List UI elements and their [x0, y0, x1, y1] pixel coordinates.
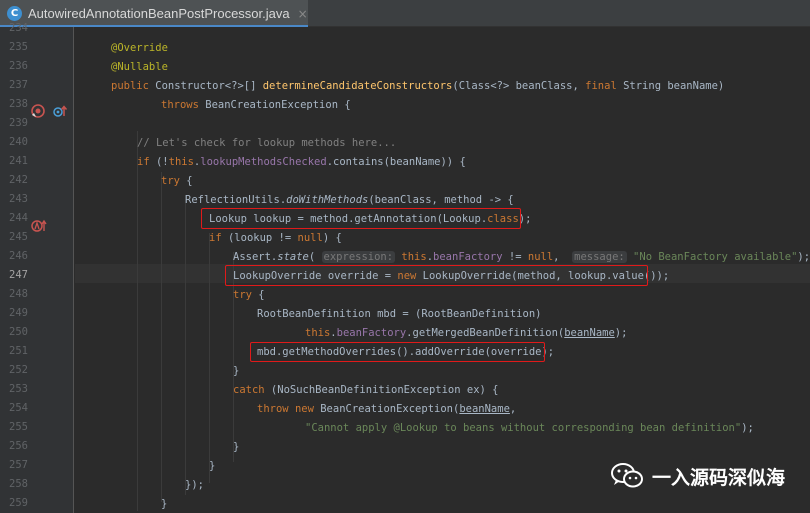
wechat-watermark: 一入源码深似海 [610, 462, 785, 490]
tab-title: AutowiredAnnotationBeanPostProcessor.jav… [28, 6, 290, 21]
line-number: 239 [9, 117, 28, 129]
code-line-237: public Constructor<?>[] determineCandida… [111, 80, 725, 92]
code-line-254: throw new BeanCreationException(beanName… [257, 403, 517, 415]
code-line-253: catch (NoSuchBeanDefinitionException ex)… [233, 384, 499, 396]
line-number: 238 [9, 98, 28, 110]
code-line-235: @Override [111, 42, 168, 54]
editor-tab-bar: C AutowiredAnnotationBeanPostProcessor.j… [0, 0, 810, 27]
line-number: 240 [9, 136, 28, 148]
code-editor[interactable]: @Override @Nullable public Constructor<?… [75, 27, 810, 513]
code-line-245: if (lookup != null) { [209, 232, 342, 244]
wechat-icon [611, 463, 643, 488]
indent-guide [209, 233, 210, 483]
watermark-text: 一入源码深似海 [652, 466, 786, 489]
highlight-box-lookup-override [225, 265, 648, 286]
line-number: 257 [9, 459, 28, 471]
code-line-252: } [233, 365, 240, 377]
line-number: 236 [9, 60, 28, 72]
code-line-241: if (!this.lookupMethodsChecked.contains(… [137, 156, 466, 168]
code-line-259: } [161, 498, 168, 510]
line-number: 250 [9, 326, 28, 338]
line-number: 254 [9, 402, 28, 414]
line-number: 246 [9, 250, 28, 262]
code-line-240: // Let's check for lookup methods here..… [137, 137, 397, 149]
code-line-242: try { [161, 175, 193, 187]
line-number: 243 [9, 193, 28, 205]
indent-guide [185, 195, 186, 495]
code-line-257: } [209, 460, 216, 472]
highlight-box-add-override [250, 342, 545, 362]
recursive-call-icon[interactable] [30, 103, 46, 119]
line-number: 242 [9, 174, 28, 186]
code-line-238: throws BeanCreationException { [161, 99, 351, 111]
highlight-box-lookup [201, 208, 521, 229]
indent-guide [161, 172, 162, 502]
code-line-256: } [233, 441, 240, 453]
line-number: 251 [9, 345, 28, 357]
line-number: 249 [9, 307, 28, 319]
line-number: 259 [9, 497, 28, 509]
line-number: 256 [9, 440, 28, 452]
param-hint-message: message: [572, 251, 627, 263]
line-number: 258 [9, 478, 28, 490]
code-line-255: "Cannot apply @Lookup to beans without c… [305, 422, 754, 434]
line-number-gutter[interactable]: 234 235 236 237 238 239 240 241 242 243 244 245 246 2… [0, 22, 85, 513]
line-number: 253 [9, 383, 28, 395]
lambda-icon[interactable] [30, 218, 48, 233]
code-line-249: RootBeanDefinition mbd = (RootBeanDefini… [257, 308, 542, 320]
code-line-258: }); [185, 479, 204, 491]
line-number: 252 [9, 364, 28, 376]
line-number: 247 [9, 269, 28, 281]
param-hint-expression: expression: [321, 251, 396, 263]
line-number: 248 [9, 288, 28, 300]
tab-close-icon[interactable]: × [298, 7, 308, 21]
indent-guide [137, 131, 138, 511]
line-number: 237 [9, 79, 28, 91]
line-number: 234 [9, 22, 28, 34]
code-line-236: @Nullable [111, 61, 168, 73]
line-number: 244 [9, 212, 28, 224]
code-line-248: try { [233, 289, 265, 301]
line-number: 235 [9, 41, 28, 53]
line-number: 245 [9, 231, 28, 243]
line-number: 241 [9, 155, 28, 167]
editor-tab[interactable]: C AutowiredAnnotationBeanPostProcessor.j… [0, 0, 308, 27]
line-number: 255 [9, 421, 28, 433]
implements-method-icon[interactable] [52, 104, 68, 118]
code-line-250: this.beanFactory.getMergedBeanDefinition… [305, 327, 628, 339]
